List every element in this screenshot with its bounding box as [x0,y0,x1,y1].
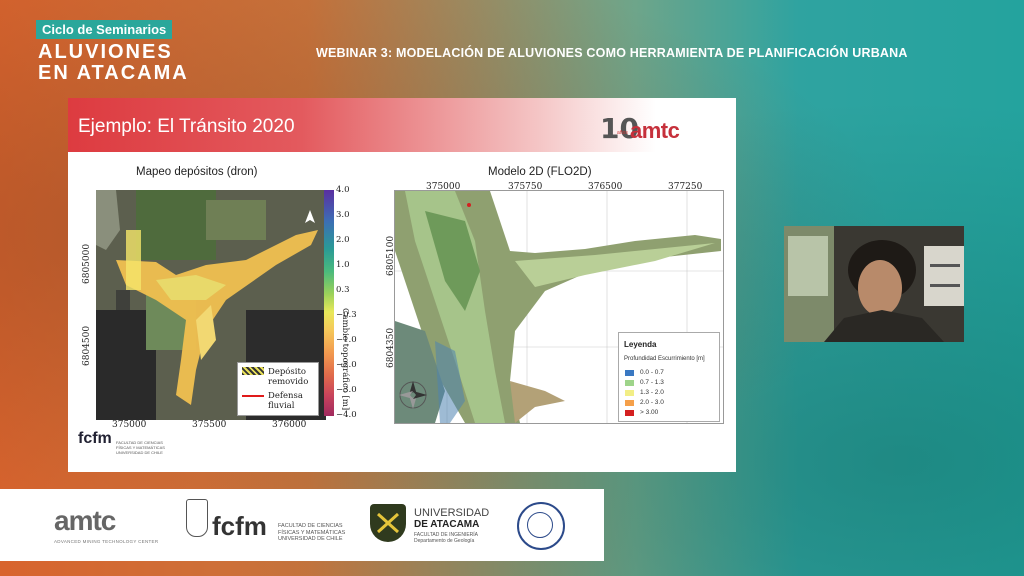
y-tick: 6805000 [82,243,92,284]
legend-swatch [625,389,634,396]
series-title-line1: ALUVIONES [38,41,173,63]
colorbar-tick: 1.0 [336,260,350,270]
series-title: ALUVIONES EN ATACAMA [38,42,189,84]
sponsor-logo-bar: amtc ADVANCED MINING TECHNOLOGY CENTER f… [0,489,604,561]
ua-name-line2: DE ATACAMA [414,519,480,530]
logo-word: amtc [630,118,680,143]
amtc-logo: amtc [54,505,116,536]
colorbar-tick: 2.0 [336,235,350,245]
y-tick: 6804350 [386,327,396,368]
legend-item: > 3.00 [625,409,658,416]
x-tick: 375500 [192,420,227,430]
legend-defense-line2: fluvial [268,401,295,411]
webinar-title: WEBINAR 3: MODELACIÓN DE ALUVIONES COMO … [316,46,908,60]
legend-deposit-line2: removido [268,377,309,387]
ua-department-line: Departamento de Geología [414,538,475,544]
legend-item: 2.0 - 3.0 [625,399,664,406]
ua-faculty: FACULTAD DE INGENIERÍA Departamento de G… [414,532,478,544]
left-map-legend: Depósito removido Defensa fluvial [237,362,319,416]
y-tick: 6805100 [386,235,396,276]
legend-item: 0.0 - 0.7 [625,369,664,376]
slide-title: Ejemplo: El Tránsito 2020 [78,116,295,137]
flo2d-legend: Leyenda Profundidad Escurrimiento [m] 0.… [618,332,720,422]
uchile-crest-icon [186,499,208,537]
deposit-swatch [242,367,264,375]
legend-item: 1.3 - 2.0 [625,389,664,396]
fcfm-logo: fcfm [212,511,267,541]
legend-defense: Defensa fluvial [242,391,303,411]
sociedad-geologica-seal-inner [527,512,553,538]
legend-item-label: 0.7 - 1.3 [640,379,664,386]
logo-anos: años [617,130,628,136]
presentation-slide: Ejemplo: El Tránsito 2020 10 años amtc M… [68,98,736,472]
colorbar-tick: 0.3 [336,285,350,295]
legend-item-label: 2.0 - 3.0 [640,399,664,406]
slide-header: Ejemplo: El Tránsito 2020 10 años amtc [68,98,736,152]
legend-title: Leyenda [624,340,657,349]
fcfm-logo-subtitle: FACULTAD DE CIENCIAS FÍSICAS Y MATEMÁTIC… [278,523,346,542]
slide-fcfm-subtitle: FACULTAD DE CIENCIAS FÍSICAS Y MATEMÁTIC… [116,440,165,455]
legend-deposit-line1: Depósito [268,367,307,377]
speaker-video-frame [784,226,964,342]
amtc-logo-subtitle: ADVANCED MINING TECHNOLOGY CENTER [54,539,159,544]
legend-subtitle: Profundidad Escurrimiento [m] [624,356,705,362]
speaker-webcam [784,226,964,342]
legend-swatch [625,369,634,376]
amtc-10-years-logo: 10 años amtc [600,112,710,148]
colorbar-label: Cambio topográfico [m] [340,308,350,411]
legend-item: 0.7 - 1.3 [625,379,664,386]
y-tick: 6804500 [82,325,92,366]
slide-fcfm-logo: fcfm [78,430,112,447]
legend-deposit: Depósito removido [242,367,308,387]
x-tick: 375000 [112,420,147,430]
right-panel-title: Modelo 2D (FLO2D) [488,166,592,178]
legend-swatch [625,409,634,416]
legend-item-label: 0.0 - 0.7 [640,369,664,376]
x-tick: 376000 [272,420,307,430]
colorbar-tick: 4.0 [336,185,350,195]
colorbar-topographic-change [324,190,334,416]
colorbar-tick: 3.0 [336,210,350,220]
legend-item-label: > 3.00 [640,409,659,416]
ua-name-line1: UNIVERSIDAD [414,507,490,519]
legend-swatch [625,379,634,386]
series-badge: Ciclo de Seminarios [36,20,173,39]
defense-swatch [242,395,264,397]
left-panel-title: Mapeo depósitos (dron) [136,166,258,178]
legend-item-label: 1.3 - 2.0 [640,389,664,396]
legend-defense-line1: Defensa [268,391,303,401]
series-title-line2: EN ATACAMA [38,62,189,84]
universidad-atacama-shield-icon [370,504,406,542]
legend-swatch [625,399,634,406]
